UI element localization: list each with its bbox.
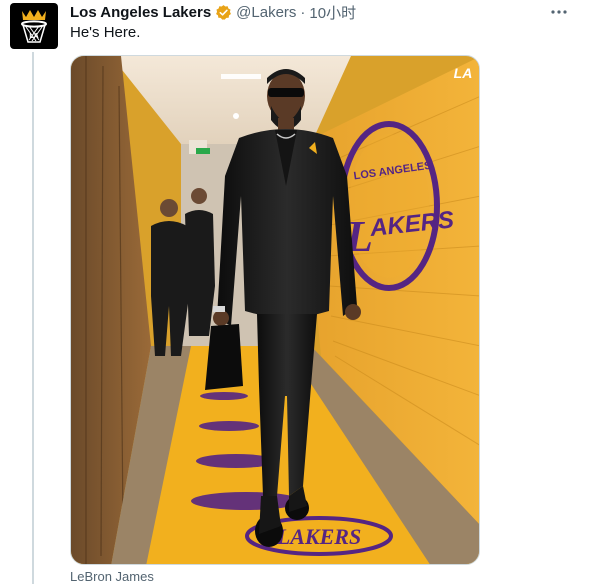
account-handle[interactable]: @Lakers <box>236 4 296 21</box>
svg-text:LA: LA <box>29 33 38 40</box>
crown-basket-logo-icon: LA <box>21 10 47 43</box>
separator-dot: · <box>300 3 306 21</box>
more-options-icon[interactable] <box>547 2 571 22</box>
tweet-header: Los Angeles Lakers @Lakers · 10小时 <box>70 2 533 22</box>
avatar[interactable]: LA <box>10 3 58 49</box>
tweet-photo[interactable]: LOS ANGELES L AKERS LA LAKERS <box>70 55 480 565</box>
verified-badge-icon <box>215 4 232 21</box>
tweet-text: He's Here. <box>70 24 141 41</box>
account-name[interactable]: Los Angeles Lakers <box>70 4 211 21</box>
thread-line <box>32 52 34 584</box>
post-time[interactable]: 10小时 <box>309 2 356 23</box>
corner-watermark: LA <box>454 65 473 81</box>
tagged-user[interactable]: LeBron James <box>70 569 154 584</box>
floor-logo: LAKERS <box>276 524 361 549</box>
